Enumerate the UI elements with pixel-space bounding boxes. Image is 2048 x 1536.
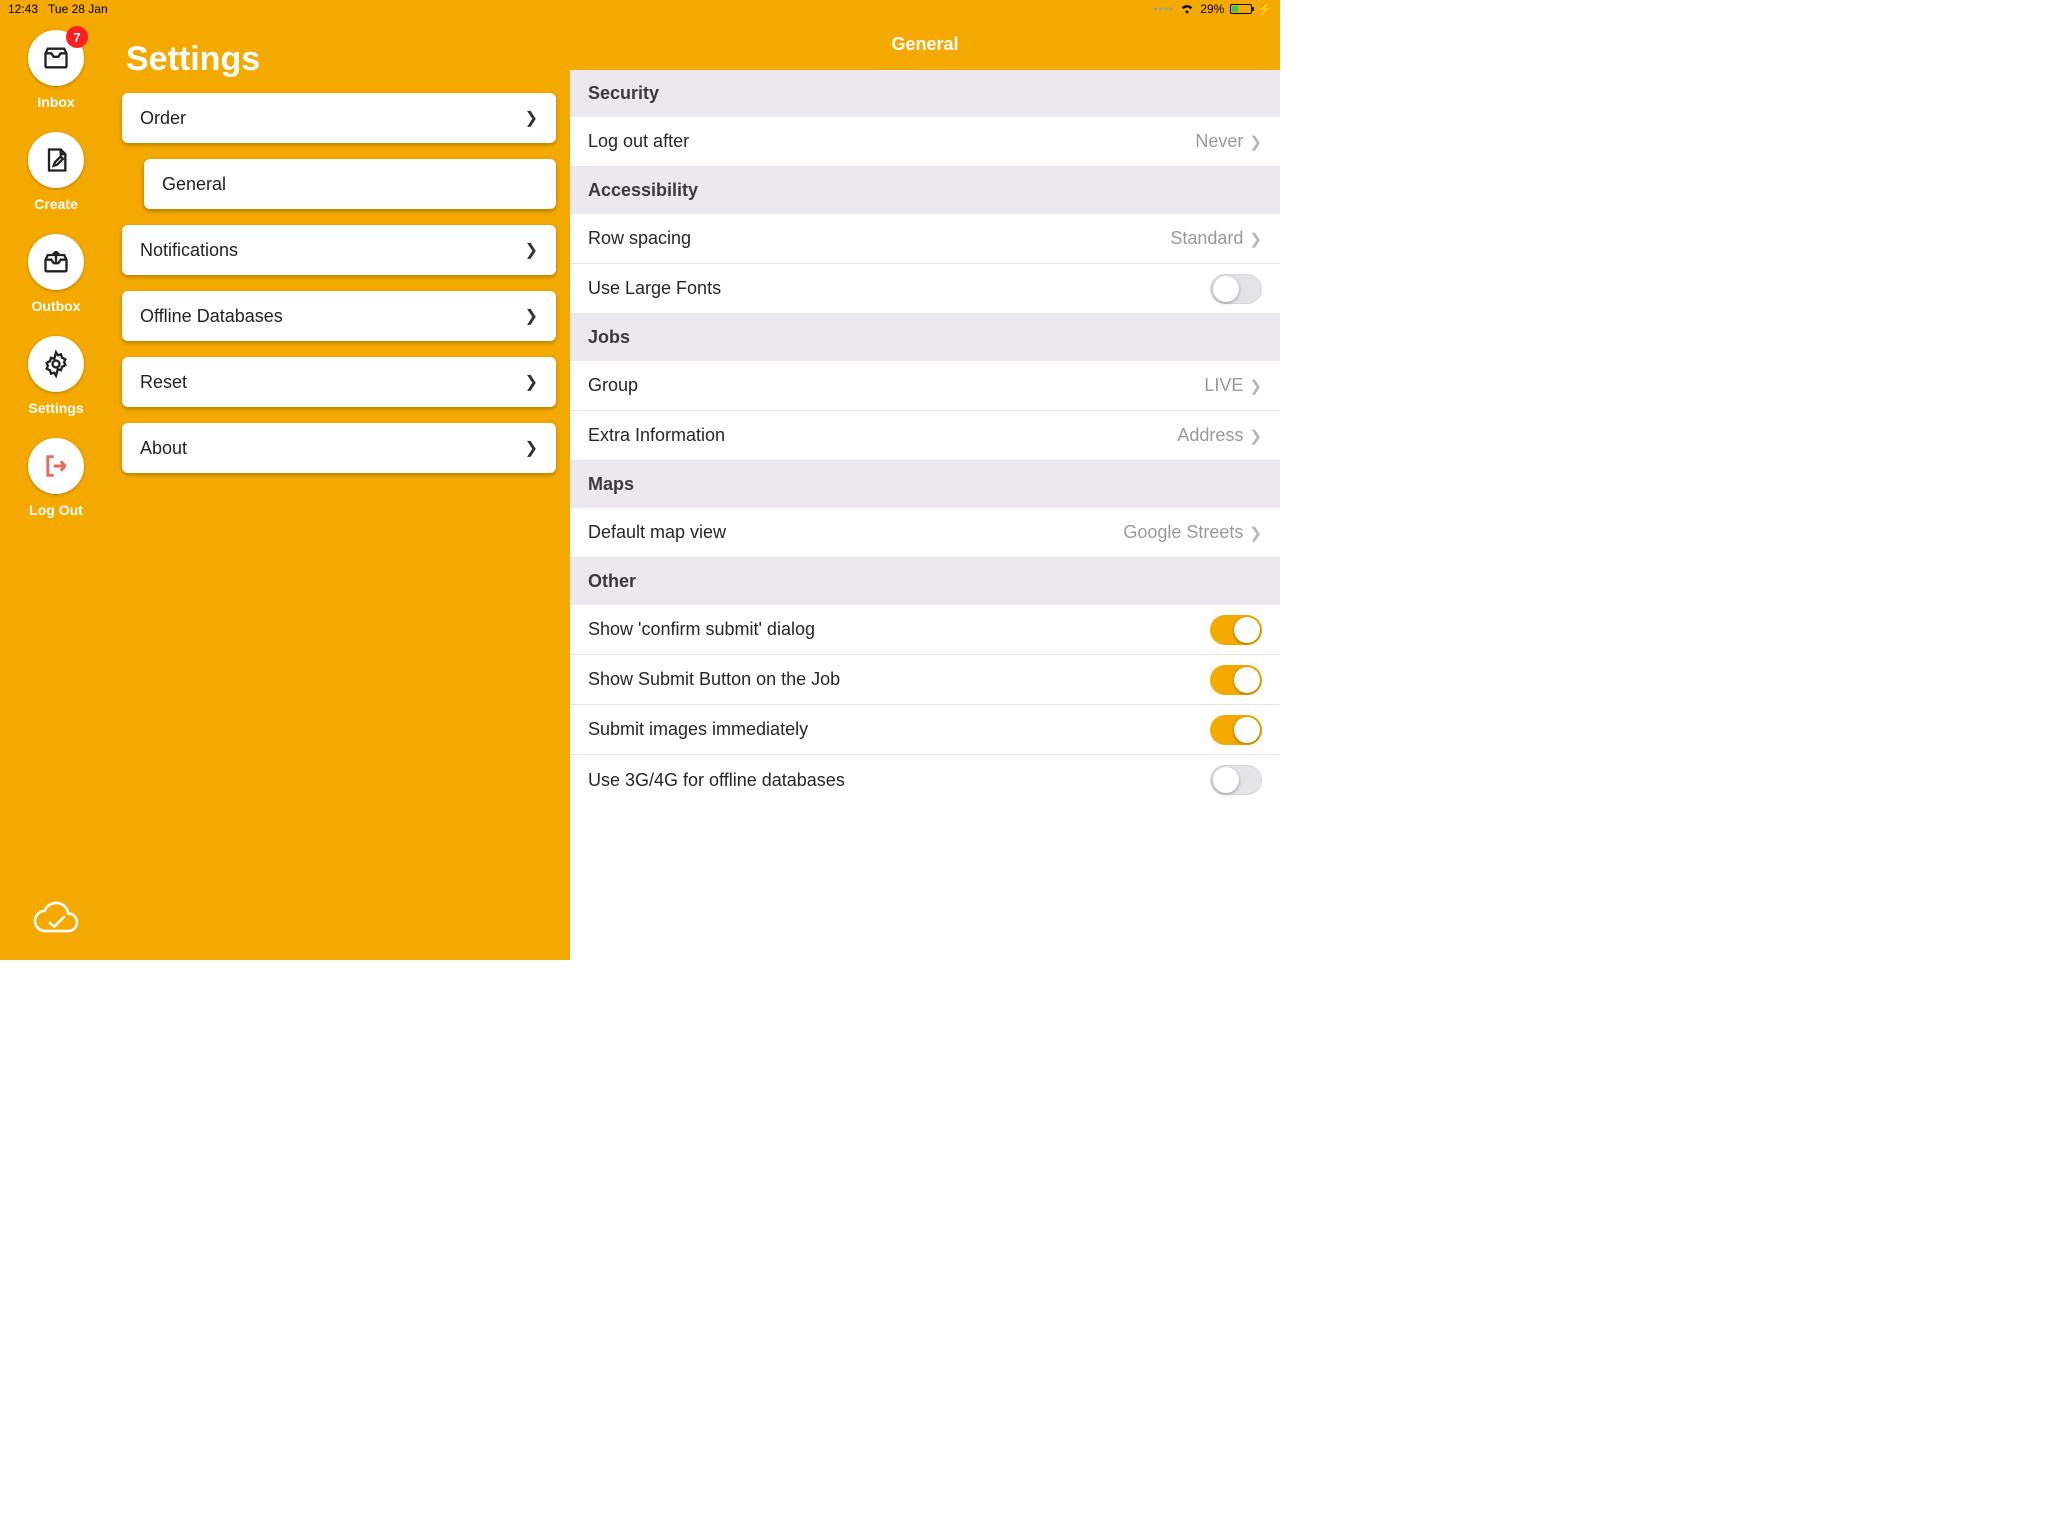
nav-logout[interactable]: Log Out bbox=[28, 438, 84, 518]
status-bar: 12:43 Tue 28 Jan •••• 29% ⚡ bbox=[0, 0, 1280, 18]
row-submit-button: Show Submit Button on the Job bbox=[570, 655, 1280, 705]
settings-item-label: Reset bbox=[140, 372, 187, 393]
settings-item-label: Order bbox=[140, 108, 186, 129]
battery-percent: 29% bbox=[1200, 2, 1224, 16]
nav-settings[interactable]: Settings bbox=[28, 336, 84, 416]
nav-inbox[interactable]: 7 Inbox bbox=[28, 30, 84, 110]
settings-item-label: General bbox=[162, 174, 226, 195]
nav-settings-label: Settings bbox=[28, 400, 83, 416]
logout-icon bbox=[42, 452, 70, 480]
settings-item-order[interactable]: Order ❯ bbox=[122, 93, 556, 143]
row-value: Google Streets bbox=[1123, 522, 1243, 543]
row-logout-after[interactable]: Log out after Never ❯ bbox=[570, 117, 1280, 167]
chevron-right-icon: ❯ bbox=[525, 372, 538, 392]
row-default-map-view[interactable]: Default map view Google Streets ❯ bbox=[570, 508, 1280, 558]
settings-item-label: Notifications bbox=[140, 240, 238, 261]
settings-item-offline-databases[interactable]: Offline Databases ❯ bbox=[122, 291, 556, 341]
section-jobs: Jobs bbox=[570, 314, 1280, 361]
charging-icon: ⚡ bbox=[1258, 3, 1272, 16]
row-label: Group bbox=[588, 375, 638, 396]
chevron-right-icon: ❯ bbox=[1249, 230, 1262, 248]
row-value: LIVE bbox=[1204, 375, 1243, 396]
toggle-large-fonts[interactable] bbox=[1210, 274, 1262, 304]
row-use-3g4g: Use 3G/4G for offline databases bbox=[570, 755, 1280, 805]
chevron-right-icon: ❯ bbox=[525, 438, 538, 458]
settings-title: Settings bbox=[126, 40, 556, 79]
row-label: Show 'confirm submit' dialog bbox=[588, 619, 815, 640]
gear-icon bbox=[42, 350, 70, 378]
row-submit-images: Submit images immediately bbox=[570, 705, 1280, 755]
nav-outbox-label: Outbox bbox=[32, 298, 81, 314]
chevron-right-icon: ❯ bbox=[525, 108, 538, 128]
chevron-right-icon: ❯ bbox=[1249, 427, 1262, 445]
row-label: Default map view bbox=[588, 522, 726, 543]
chevron-right-icon: ❯ bbox=[525, 240, 538, 260]
settings-item-label: Offline Databases bbox=[140, 306, 283, 327]
nav-create[interactable]: Create bbox=[28, 132, 84, 212]
row-value: Address bbox=[1177, 425, 1243, 446]
nav-outbox[interactable]: Outbox bbox=[28, 234, 84, 314]
detail-pane: General Security Log out after Never ❯ Ac… bbox=[570, 18, 1280, 960]
row-label: Submit images immediately bbox=[588, 719, 808, 740]
battery-icon bbox=[1230, 4, 1252, 14]
chevron-right-icon: ❯ bbox=[1249, 133, 1262, 151]
nav-inbox-label: Inbox bbox=[37, 94, 74, 110]
row-value: Never bbox=[1195, 131, 1243, 152]
inbox-badge: 7 bbox=[66, 26, 88, 48]
settings-item-label: About bbox=[140, 438, 187, 459]
settings-item-general[interactable]: General bbox=[144, 159, 556, 209]
signal-dots-icon: •••• bbox=[1153, 2, 1174, 16]
section-security: Security bbox=[570, 70, 1280, 117]
section-maps: Maps bbox=[570, 461, 1280, 508]
inbox-icon bbox=[42, 44, 70, 72]
chevron-right-icon: ❯ bbox=[1249, 377, 1262, 395]
row-confirm-submit: Show 'confirm submit' dialog bbox=[570, 605, 1280, 655]
row-label: Row spacing bbox=[588, 228, 691, 249]
settings-item-reset[interactable]: Reset ❯ bbox=[122, 357, 556, 407]
row-label: Use Large Fonts bbox=[588, 278, 721, 299]
chevron-right-icon: ❯ bbox=[1249, 524, 1262, 542]
row-label: Extra Information bbox=[588, 425, 725, 446]
row-label: Log out after bbox=[588, 131, 689, 152]
row-label: Use 3G/4G for offline databases bbox=[588, 770, 845, 791]
settings-column: Settings Order ❯ General Notifications ❯… bbox=[112, 18, 570, 960]
nav-rail: 7 Inbox Create Outbox Settings bbox=[0, 18, 112, 960]
section-other: Other bbox=[570, 558, 1280, 605]
row-label: Show Submit Button on the Job bbox=[588, 669, 840, 690]
nav-logout-label: Log Out bbox=[29, 502, 83, 518]
status-time: 12:43 bbox=[8, 2, 38, 16]
row-extra-information[interactable]: Extra Information Address ❯ bbox=[570, 411, 1280, 461]
wifi-icon bbox=[1180, 2, 1194, 17]
cloud-sync-icon[interactable] bbox=[0, 894, 112, 940]
section-accessibility: Accessibility bbox=[570, 167, 1280, 214]
toggle-confirm-submit[interactable] bbox=[1210, 615, 1262, 645]
detail-title: General bbox=[891, 34, 958, 55]
row-large-fonts: Use Large Fonts bbox=[570, 264, 1280, 314]
create-icon bbox=[42, 146, 70, 174]
settings-item-about[interactable]: About ❯ bbox=[122, 423, 556, 473]
outbox-icon bbox=[42, 248, 70, 276]
status-date: Tue 28 Jan bbox=[48, 2, 108, 16]
toggle-submit-button[interactable] bbox=[1210, 665, 1262, 695]
detail-header: General bbox=[570, 18, 1280, 70]
chevron-right-icon: ❯ bbox=[525, 306, 538, 326]
row-group[interactable]: Group LIVE ❯ bbox=[570, 361, 1280, 411]
row-row-spacing[interactable]: Row spacing Standard ❯ bbox=[570, 214, 1280, 264]
nav-create-label: Create bbox=[34, 196, 78, 212]
toggle-submit-images[interactable] bbox=[1210, 715, 1262, 745]
toggle-use-3g4g[interactable] bbox=[1210, 765, 1262, 795]
row-value: Standard bbox=[1170, 228, 1243, 249]
settings-item-notifications[interactable]: Notifications ❯ bbox=[122, 225, 556, 275]
